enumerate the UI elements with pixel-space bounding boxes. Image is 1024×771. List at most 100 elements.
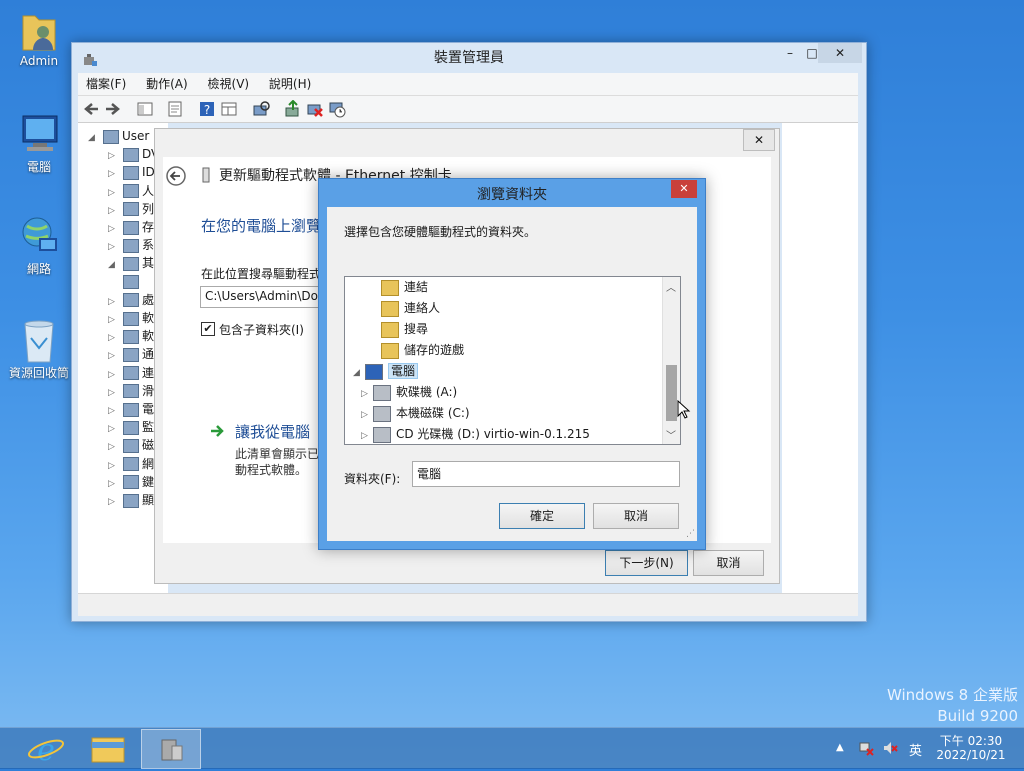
next-button[interactable]: 下一步(N) — [605, 550, 688, 576]
desktop-icon-recycle-bin[interactable]: 資源回收筒 — [4, 318, 74, 381]
tree-expander-icon[interactable]: ▷ — [361, 384, 373, 404]
folder-input[interactable]: 電腦 — [412, 461, 680, 487]
folder-tree-item[interactable]: 連結 — [345, 277, 428, 297]
volume-muted-icon[interactable] — [882, 740, 898, 756]
wizard-cancel-button[interactable]: 取消 — [693, 550, 764, 576]
desktop-icon-network[interactable]: 網路 — [4, 214, 74, 277]
device-category-icon — [123, 384, 139, 399]
device-category-label: 磁 — [142, 438, 155, 453]
close-button[interactable]: ✕ — [818, 43, 862, 63]
device-tree-row[interactable]: ▷ 連 — [108, 364, 154, 382]
include-subfolders-checkbox[interactable]: ✔ — [201, 322, 215, 336]
device-tree-row[interactable]: ▷ 存 — [108, 218, 154, 236]
file-explorer-icon[interactable] — [80, 729, 136, 767]
taskbar: e ▲ 英 下午 02:30 2022/10/21 — [0, 727, 1024, 769]
device-tree-row[interactable]: ▷ 處 — [108, 291, 154, 309]
device-tree-row[interactable]: ▷ 人 — [108, 182, 154, 200]
folder-tree-item[interactable]: 連絡人 — [345, 298, 440, 318]
menu-file[interactable]: 檔案(F) — [78, 73, 134, 95]
device-tree-row[interactable]: ▷ 監 — [108, 418, 154, 436]
scroll-up-arrow-icon[interactable]: ︿ — [666, 279, 676, 294]
device-category-label: 網 — [142, 456, 155, 471]
ok-button[interactable]: 確定 — [499, 503, 585, 529]
folder-tree-item[interactable]: ▷ 軟碟機 (A:) — [345, 382, 457, 402]
window-titlebar[interactable]: 裝置管理員 – □ ✕ — [72, 43, 866, 73]
dialog-cancel-button[interactable]: 取消 — [593, 503, 679, 529]
folder-tree[interactable]: 連結連絡人搜尋儲存的遊戲 ◢ 電腦 ▷ 軟碟機 (A:) ▷ 本機磁碟 (C:) ▷ CD 光碟… — [344, 276, 681, 445]
local-disk-icon — [373, 405, 391, 422]
floppy-drive-icon — [373, 384, 391, 401]
device-category-label: 人 — [142, 183, 155, 198]
device-category-icon — [123, 202, 139, 217]
tree-expander-icon[interactable]: ◢ — [353, 363, 365, 383]
tree-expander-icon[interactable]: ▷ — [361, 426, 373, 444]
device-tree-row[interactable]: ▷ 電 — [108, 400, 154, 418]
device-tree-row[interactable]: ▷ 通 — [108, 345, 154, 363]
help-icon[interactable]: ? — [198, 100, 216, 118]
show-hidden-icon[interactable] — [220, 100, 238, 118]
properties-icon[interactable] — [166, 100, 184, 118]
properties-pane-icon[interactable] — [136, 100, 154, 118]
device-category-label: 連 — [142, 365, 155, 380]
device-tree-row[interactable]: ◢ User — [88, 127, 149, 145]
device-tree-row[interactable]: ▷ 軟 — [108, 309, 154, 327]
pick-from-list-option[interactable]: 讓我從電腦 — [235, 421, 310, 442]
device-tree-row[interactable]: ▷ 軟 — [108, 327, 154, 345]
folder-field-label: 資料夾(F): — [344, 472, 401, 486]
folder-tree-item-label: 連結 — [404, 280, 429, 294]
device-tree-row[interactable]: ◢ 其 — [108, 254, 154, 272]
desktop-icon-admin[interactable]: Admin — [4, 8, 74, 68]
tree-expander-icon[interactable]: ▷ — [108, 493, 120, 511]
device-tree-row[interactable]: ▷ 鍵 — [108, 473, 154, 491]
computer-icon — [365, 363, 383, 380]
scan-hardware-icon[interactable] — [252, 100, 270, 118]
folder-tree-item-label: 儲存的遊戲 — [404, 343, 465, 357]
clock-time[interactable]: 下午 02:30 — [936, 732, 1006, 749]
internet-explorer-icon[interactable]: e — [18, 729, 74, 768]
device-tree-row[interactable]: ▷ 顯 — [108, 491, 154, 509]
device-tree-row[interactable]: ▷ 系 — [108, 236, 154, 254]
tree-expander-icon[interactable]: ◢ — [88, 129, 100, 147]
menu-help[interactable]: 說明(H) — [261, 73, 319, 95]
folder-tree-item[interactable]: 儲存的遊戲 — [345, 340, 464, 360]
folder-tree-item[interactable]: ▷ 本機磁碟 (C:) — [345, 403, 470, 423]
device-category-icon — [123, 220, 139, 235]
device-tree-row[interactable]: ▷ DV — [108, 145, 159, 163]
menu-action[interactable]: 動作(A) — [138, 73, 196, 95]
device-tree-row[interactable] — [108, 273, 142, 291]
resize-grip-icon[interactable]: ⋰ — [686, 529, 695, 539]
wizard-close-button[interactable]: ✕ — [743, 129, 775, 151]
folder-tree-item[interactable]: 搜尋 — [345, 319, 428, 339]
clock-date[interactable]: 2022/10/21 — [932, 748, 1010, 762]
network-status-icon[interactable] — [858, 740, 874, 756]
tree-expander-icon[interactable]: ▷ — [361, 405, 373, 425]
windows-build-watermark: Build 9200 — [937, 707, 1018, 725]
update-driver-icon[interactable] — [284, 99, 302, 118]
dialog-close-button[interactable]: ✕ — [671, 180, 697, 198]
ime-indicator[interactable]: 英 — [909, 740, 922, 759]
device-tree-row[interactable]: ▷ ID — [108, 163, 155, 181]
scrollbar-thumb[interactable] — [666, 365, 677, 421]
desktop-icon-label: 電腦 — [26, 160, 51, 174]
desktop-icon-computer[interactable]: 電腦 — [4, 112, 74, 175]
device-tree-row[interactable]: ▷ 磁 — [108, 436, 154, 454]
device-tree-row[interactable]: ▷ 滑 — [108, 382, 154, 400]
back-circle-icon[interactable] — [165, 165, 187, 187]
device-manager-app-icon — [82, 49, 98, 66]
back-arrow-icon[interactable] — [82, 100, 100, 118]
folder-tree-item-label: 搜尋 — [404, 322, 429, 336]
folder-tree-item[interactable]: ▷ CD 光碟機 (D:) virtio-win-0.1.215 — [345, 424, 590, 444]
device-tree-row[interactable]: ▷ 列 — [108, 200, 154, 218]
folder-saved-games-icon — [381, 342, 399, 359]
menu-view[interactable]: 檢視(V) — [200, 73, 258, 95]
taskbar-device-manager-icon[interactable] — [141, 729, 201, 769]
scroll-down-arrow-icon[interactable]: ﹀ — [666, 427, 676, 442]
uninstall-device-icon[interactable] — [306, 100, 324, 118]
folder-tree-item[interactable]: ◢ 電腦 — [345, 361, 419, 383]
tray-overflow-arrow-icon[interactable]: ▲ — [836, 742, 844, 753]
device-tree-row[interactable]: ▷ 網 — [108, 455, 154, 473]
forward-arrow-icon[interactable] — [104, 100, 122, 118]
include-subfolders-label: 包含子資料夾(I) — [219, 323, 304, 337]
disable-device-icon[interactable] — [328, 100, 346, 118]
device-category-icon — [123, 329, 139, 344]
